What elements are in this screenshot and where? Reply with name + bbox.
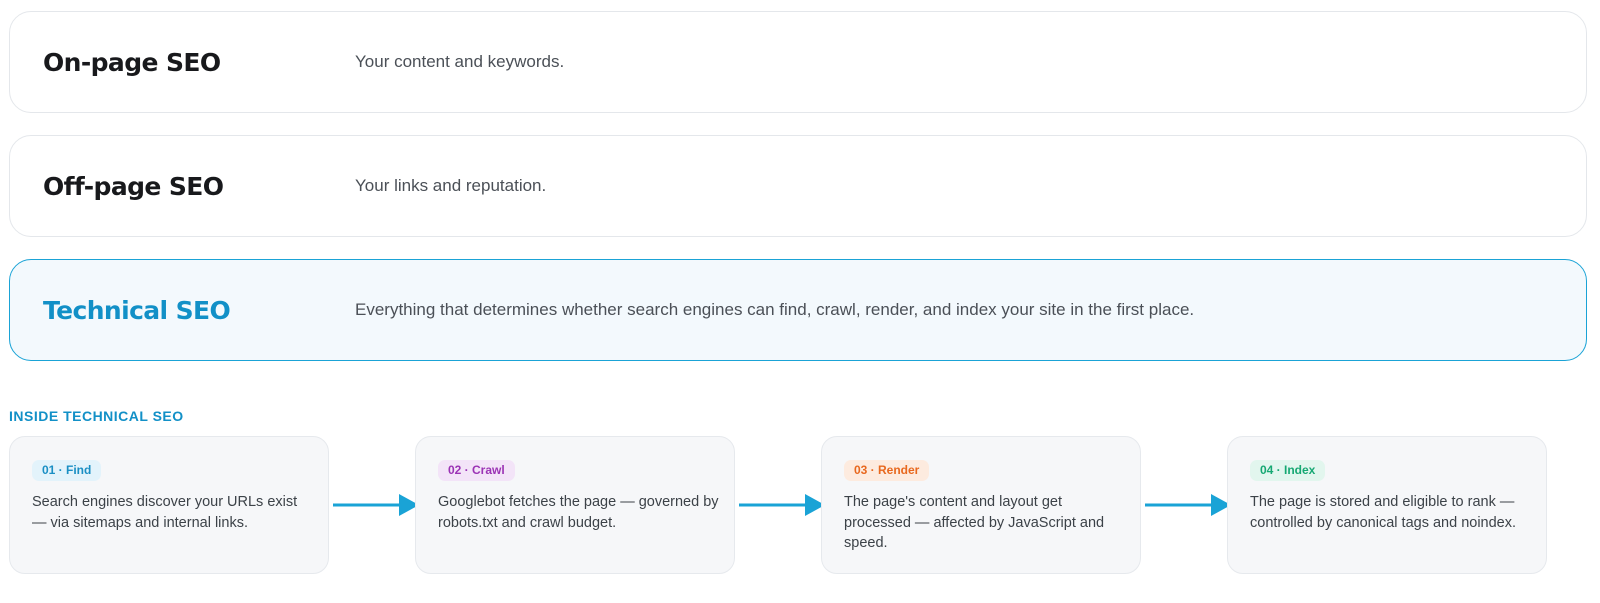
tier-on-page: On-page SEO Your content and keywords. [9, 11, 1587, 113]
step-badge: 03 · Render [844, 460, 930, 481]
arrow-right-icon [333, 494, 419, 516]
section-label: INSIDE TECHNICAL SEO [9, 408, 184, 424]
step-description: The page is stored and eligible to rank … [1250, 494, 1517, 531]
tier-off-page: Off-page SEO Your links and reputation. [9, 135, 1587, 237]
tier-title: Technical SEO [43, 295, 231, 325]
tier-description: Everything that determines whether searc… [355, 300, 1195, 319]
tier-description: Your content and keywords. [355, 52, 565, 71]
step-card-crawl: 02 · Crawl Googlebot fetches the page — … [415, 436, 735, 574]
step-badge: 04 · Index [1250, 460, 1326, 481]
step-description: Googlebot fetches the page — governed by… [438, 494, 719, 531]
tier-title: Off-page SEO [43, 171, 224, 201]
arrow-right-icon [739, 494, 825, 516]
tier-description: Your links and reputation. [355, 176, 547, 195]
step-description: Search engines discover your URLs exist … [32, 494, 298, 531]
step-description: The page's content and layout get proces… [844, 494, 1105, 551]
step-card-render: 03 · Render The page's content and layou… [821, 436, 1141, 574]
tier-title: On-page SEO [43, 47, 221, 77]
step-card-find: 01 · Find Search engines discover your U… [9, 436, 329, 574]
arrow-right-icon [1145, 494, 1231, 516]
step-badge: 01 · Find [32, 460, 102, 481]
step-badge: 02 · Crawl [438, 460, 515, 481]
step-card-index: 04 · Index The page is stored and eligib… [1227, 436, 1547, 574]
tier-technical: Technical SEO Everything that determines… [9, 259, 1587, 361]
